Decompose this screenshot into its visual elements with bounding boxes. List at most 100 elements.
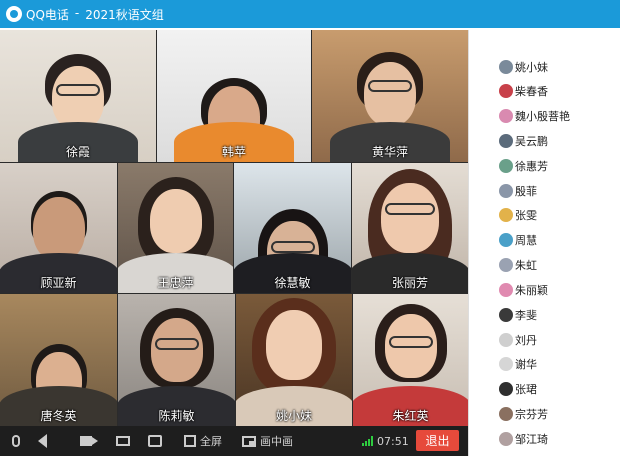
participant-glasses — [270, 241, 315, 253]
avatar — [499, 159, 513, 173]
signal-icon — [362, 436, 373, 446]
member-item[interactable]: 李斐 — [499, 306, 537, 324]
participant-face — [381, 183, 439, 253]
member-name: 朱虹 — [515, 259, 537, 272]
avatar — [499, 432, 513, 446]
video-tile[interactable]: 顾亚新 — [0, 163, 117, 293]
pip-label: 画中画 — [260, 435, 293, 448]
call-status: 07:51 — [362, 433, 409, 449]
member-item[interactable]: 邹江琦 — [499, 430, 548, 448]
member-name: 魏小殷菩艳 — [515, 110, 570, 123]
avatar — [499, 60, 513, 74]
member-name: 吴云鹏 — [515, 135, 548, 148]
avatar — [499, 283, 513, 297]
participant-glasses — [154, 338, 199, 350]
qq-call-logo-icon — [6, 6, 22, 22]
member-item[interactable]: 姚小妹 — [499, 58, 548, 76]
avatar — [499, 382, 513, 396]
camera-icon — [80, 436, 98, 446]
member-name: 周慧 — [515, 234, 537, 247]
participant-name: 徐慧敏 — [274, 276, 311, 290]
avatar — [499, 184, 513, 198]
participant-name: 黄华萍 — [371, 145, 408, 159]
participant-name: 徐霞 — [65, 145, 90, 159]
participant-glasses — [388, 336, 433, 348]
participant-face — [52, 66, 104, 130]
fullscreen-button[interactable]: 全屏 — [184, 433, 222, 449]
member-item[interactable]: 朱丽颖 — [499, 281, 548, 299]
member-name: 柴春香 — [515, 85, 548, 98]
video-tile[interactable]: 姚小妹 — [236, 294, 352, 426]
member-item[interactable]: 朱虹 — [499, 256, 537, 274]
share-screen-button[interactable] — [116, 433, 130, 449]
participant-glasses — [56, 84, 100, 96]
window-title: QQ电话 - 2021秋语文组 — [26, 6, 164, 23]
video-tile[interactable]: 朱红英 — [353, 294, 468, 426]
call-toolbar: 全屏 画中画 07:51 退出 — [0, 426, 468, 456]
camera-button[interactable] — [80, 433, 98, 449]
member-name: 徐惠芳 — [515, 160, 548, 173]
person-view-button[interactable] — [148, 433, 162, 449]
participant-glasses — [385, 203, 435, 215]
video-tile[interactable]: 唐冬英 — [0, 294, 117, 426]
member-item[interactable]: 张珺 — [499, 380, 537, 398]
member-name: 李斐 — [515, 309, 537, 322]
participant-name: 王忠萍 — [157, 276, 194, 290]
video-tile[interactable]: 徐霞 — [0, 30, 156, 162]
member-item[interactable]: 殷菲 — [499, 182, 537, 200]
member-name: 谢华 — [515, 358, 537, 371]
video-tile[interactable]: 陈莉敏 — [118, 294, 235, 426]
member-name: 张珺 — [515, 383, 537, 396]
fullscreen-icon — [184, 435, 196, 447]
participant-face — [32, 197, 85, 261]
member-name: 刘丹 — [515, 334, 537, 347]
microphone-icon — [12, 435, 20, 447]
member-item[interactable]: 宗芬芳 — [499, 405, 548, 423]
participant-name: 韩苹 — [221, 145, 246, 159]
member-item[interactable]: 魏小殷菩艳 — [499, 107, 570, 125]
exit-button[interactable]: 退出 — [416, 430, 459, 451]
member-item[interactable]: 徐惠芳 — [499, 157, 548, 175]
video-tile[interactable]: 王忠萍 — [118, 163, 233, 293]
participant-name: 唐冬英 — [40, 409, 77, 423]
video-tile[interactable]: 黄华萍 — [312, 30, 468, 162]
avatar — [499, 407, 513, 421]
fullscreen-label: 全屏 — [200, 435, 222, 448]
avatar — [499, 357, 513, 371]
member-name: 朱丽颖 — [515, 284, 548, 297]
member-name: 殷菲 — [515, 185, 537, 198]
title-separator: - — [74, 5, 80, 20]
member-item[interactable]: 周慧 — [499, 231, 537, 249]
picture-in-picture-icon — [242, 435, 256, 447]
avatar — [499, 258, 513, 272]
title-bar: QQ电话 - 2021秋语文组 — [0, 0, 620, 28]
mic-button[interactable] — [12, 433, 20, 449]
video-tile[interactable]: 张丽芳 — [352, 163, 468, 293]
participant-face — [149, 189, 202, 253]
video-tile[interactable]: 韩苹 — [157, 30, 311, 162]
participant-name: 张丽芳 — [391, 276, 428, 290]
participant-name: 顾亚新 — [40, 276, 77, 290]
member-item[interactable]: 刘丹 — [499, 331, 537, 349]
person-view-icon — [148, 435, 162, 447]
member-item[interactable]: 谢华 — [499, 355, 537, 373]
member-item[interactable]: 吴云鹏 — [499, 132, 548, 150]
pip-button[interactable]: 画中画 — [242, 433, 293, 449]
group-name: 2021秋语文组 — [85, 7, 164, 22]
member-item[interactable]: 柴春香 — [499, 82, 548, 100]
speaker-button[interactable] — [38, 433, 47, 449]
participant-glasses — [368, 80, 412, 92]
avatar — [499, 233, 513, 247]
participant-name: 陈莉敏 — [158, 409, 195, 423]
avatar — [499, 308, 513, 322]
avatar — [499, 333, 513, 347]
call-time: 07:51 — [377, 434, 409, 448]
member-name: 宗芬芳 — [515, 408, 548, 421]
member-item[interactable]: 张雯 — [499, 206, 537, 224]
video-tile[interactable]: 徐慧敏 — [234, 163, 351, 293]
avatar — [499, 84, 513, 98]
participant-face — [266, 310, 322, 380]
member-name: 姚小妹 — [515, 61, 548, 74]
participant-name: 姚小妹 — [275, 409, 312, 423]
video-grid: 徐霞 韩苹 黄华萍 顾亚新 王忠萍 徐慧敏 张丽芳 唐冬英 陈莉敏 姚小妹 朱红… — [0, 30, 468, 426]
